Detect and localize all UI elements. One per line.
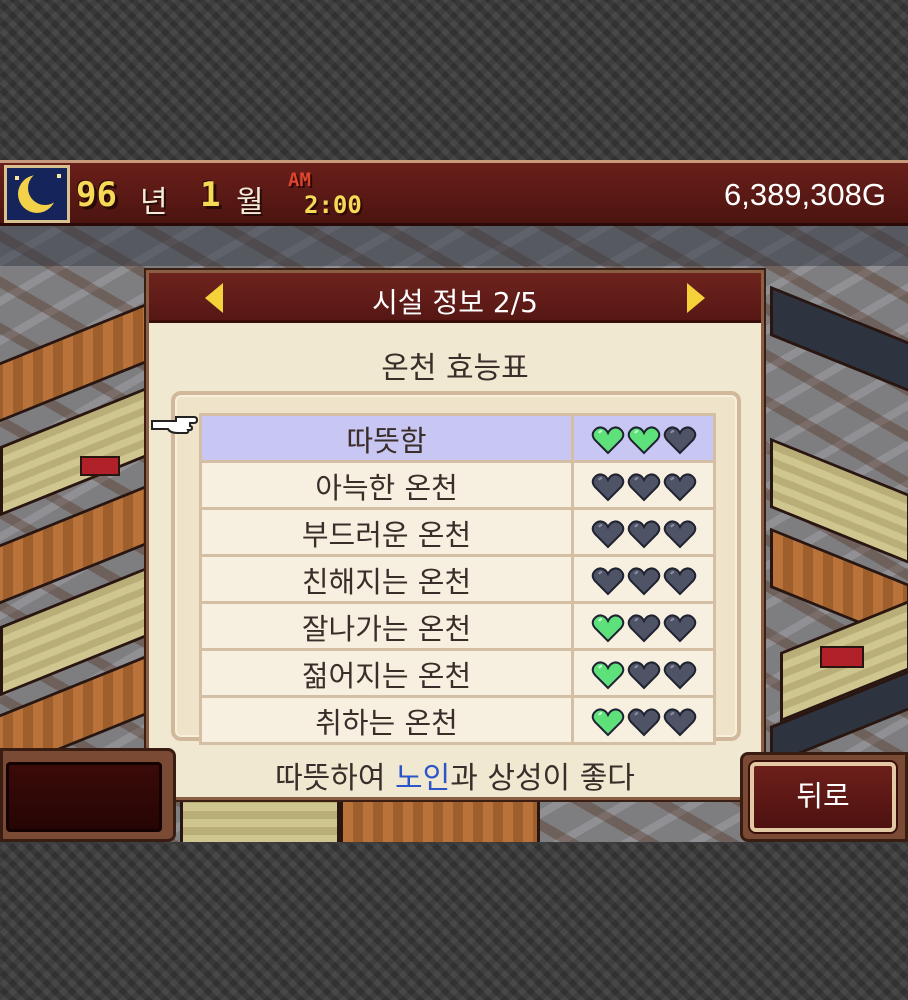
- heart-empty-icon: [663, 472, 696, 501]
- effect-rating: [571, 554, 716, 604]
- next-page-arrow-icon[interactable]: [687, 283, 705, 313]
- effect-name: 친해지는 온천: [199, 554, 574, 604]
- snowy-ground: [0, 226, 908, 266]
- effect-name: 젊어지는 온천: [199, 648, 574, 698]
- hot-spring-effects-table: 따뜻함 아늑한 온천 부드러운 온천 친해지는 온천 잘나가는 온천 젊어지는 온천 취하는…: [199, 413, 716, 745]
- heart-empty-icon: [591, 472, 624, 501]
- game-clock: 2:00: [304, 191, 362, 219]
- description-text: 따뜻하여: [275, 761, 396, 796]
- bed: [80, 456, 120, 476]
- heart-empty-icon: [591, 566, 624, 595]
- heart-empty-icon: [627, 566, 660, 595]
- effect-name: 잘나가는 온천: [199, 601, 574, 651]
- heart-empty-icon: [627, 472, 660, 501]
- heart-empty-icon: [663, 425, 696, 454]
- heart-empty-icon: [627, 660, 660, 689]
- empty-action-button[interactable]: [6, 762, 162, 832]
- effect-row[interactable]: 잘나가는 온천: [199, 601, 716, 651]
- effect-rating: [571, 507, 716, 557]
- effect-row[interactable]: 젊어지는 온천: [199, 648, 716, 698]
- month-value: 1: [200, 175, 221, 215]
- effects-table-title: 온천 효능표: [381, 351, 529, 386]
- effect-row[interactable]: 취하는 온천: [199, 695, 716, 745]
- month-unit: 월: [236, 185, 264, 220]
- effect-rating: [571, 413, 716, 463]
- heart-empty-icon: [663, 566, 696, 595]
- effect-name: 부드러운 온천: [199, 507, 574, 557]
- effect-row[interactable]: 따뜻함: [199, 413, 716, 463]
- heart-empty-icon: [627, 613, 660, 642]
- money-counter: 6,389,308G: [723, 177, 886, 212]
- effect-rating: [571, 460, 716, 510]
- year-unit: 년: [140, 185, 168, 220]
- ampm-indicator: AM: [288, 169, 311, 191]
- effect-name: 아늑한 온천: [199, 460, 574, 510]
- back-button[interactable]: 뒤로: [750, 762, 896, 832]
- bed: [820, 646, 864, 668]
- facility-info-dialog: 시설 정보 2/5 온천 효능표 따뜻함 아늑한 온천 부드러운 온천 친해지는 온천…: [146, 270, 764, 800]
- heart-filled-icon: [591, 707, 624, 736]
- heart-empty-icon: [663, 707, 696, 736]
- shop-floor: [180, 796, 340, 842]
- heart-empty-icon: [663, 613, 696, 642]
- status-bar: 96 년 1 월 AM 2:00 6,389,308G: [0, 160, 908, 226]
- description-text: 과 상성이 좋다: [450, 761, 635, 796]
- heart-empty-icon: [663, 660, 696, 689]
- year-value: 96: [76, 175, 117, 215]
- effect-rating: [571, 695, 716, 745]
- dialog-title: 시설 정보 2/5: [372, 286, 538, 319]
- heart-filled-icon: [591, 613, 624, 642]
- heart-filled-icon: [627, 425, 660, 454]
- dialog-header: 시설 정보 2/5: [149, 273, 761, 323]
- effect-name: 따뜻함: [199, 413, 574, 463]
- pointing-hand-icon: [151, 416, 198, 434]
- effects-table-frame: 따뜻함 아늑한 온천 부드러운 온천 친해지는 온천 잘나가는 온천 젊어지는 온천 취하는…: [171, 391, 741, 745]
- building-roof: [770, 285, 908, 397]
- heart-filled-icon: [591, 425, 624, 454]
- description-highlight: 노인: [395, 761, 451, 796]
- crescent-moon-icon: [4, 165, 70, 223]
- effect-rating: [571, 601, 716, 651]
- heart-empty-icon: [591, 519, 624, 548]
- heart-empty-icon: [627, 519, 660, 548]
- heart-empty-icon: [663, 519, 696, 548]
- effect-description: 따뜻하여 노인과 상성이 좋다: [149, 753, 761, 797]
- effect-row[interactable]: 친해지는 온천: [199, 554, 716, 604]
- effect-row[interactable]: 아늑한 온천: [199, 460, 716, 510]
- heart-empty-icon: [627, 707, 660, 736]
- effect-rating: [571, 648, 716, 698]
- heart-filled-icon: [591, 660, 624, 689]
- effect-row[interactable]: 부드러운 온천: [199, 507, 716, 557]
- effect-name: 취하는 온천: [199, 695, 574, 745]
- building-corridor: [340, 796, 540, 842]
